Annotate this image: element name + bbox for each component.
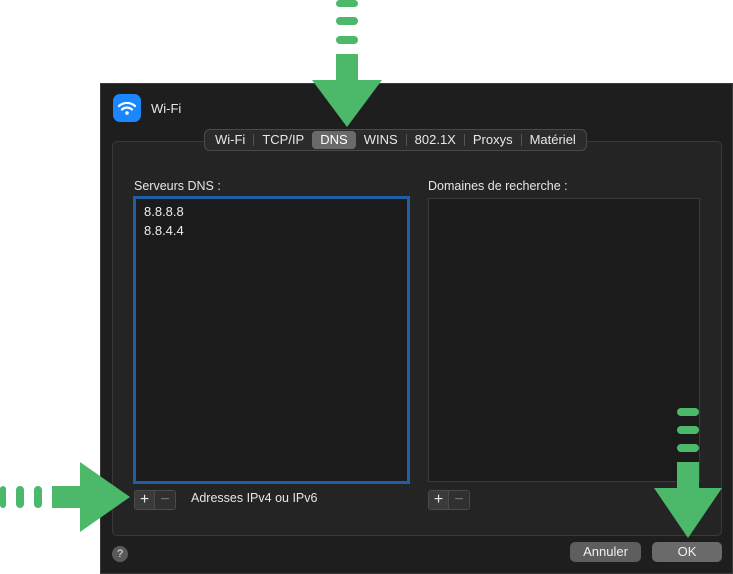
dns-add-remove-group: + − <box>134 490 176 510</box>
tab-proxys[interactable]: Proxys <box>465 131 521 149</box>
add-search-domain-button[interactable]: + <box>428 490 449 510</box>
remove-search-domain-button[interactable]: − <box>449 490 470 510</box>
right-arrow-icon <box>0 462 130 532</box>
tab-tcpip[interactable]: TCP/IP <box>254 131 312 149</box>
wifi-icon <box>113 94 141 122</box>
dns-address-hint: Adresses IPv4 ou IPv6 <box>191 491 318 505</box>
search-add-remove-group: + − <box>428 490 470 510</box>
dns-server-entry[interactable]: 8.8.8.8 <box>136 202 407 221</box>
title-row: Wi-Fi <box>113 94 182 122</box>
tab-wins[interactable]: WINS <box>356 131 406 149</box>
search-domains-label: Domaines de recherche : <box>428 179 568 193</box>
tab-8021x[interactable]: 802.1X <box>407 131 464 149</box>
window-title: Wi-Fi <box>151 100 182 116</box>
help-button[interactable]: ? <box>112 546 128 562</box>
remove-dns-server-button[interactable]: − <box>155 490 176 510</box>
tab-bar: Wi-Fi TCP/IP DNS WINS 802.1X Proxys Maté… <box>204 129 587 151</box>
network-settings-dialog: Wi-Fi Wi-Fi TCP/IP DNS WINS 802.1X Proxy… <box>100 83 733 574</box>
ok-button[interactable]: OK <box>652 542 722 562</box>
down-arrow-icon <box>312 0 382 127</box>
cancel-button[interactable]: Annuler <box>570 542 641 562</box>
dns-servers-label: Serveurs DNS : <box>134 179 221 193</box>
down-arrow-icon <box>654 408 722 538</box>
tab-dns[interactable]: DNS <box>312 131 356 149</box>
add-dns-server-button[interactable]: + <box>134 490 155 510</box>
dns-server-entry[interactable]: 8.8.4.4 <box>136 221 407 240</box>
dns-servers-list[interactable]: 8.8.8.8 8.8.4.4 <box>133 196 410 484</box>
tab-wifi[interactable]: Wi-Fi <box>207 131 253 149</box>
tab-materiel[interactable]: Matériel <box>522 131 584 149</box>
